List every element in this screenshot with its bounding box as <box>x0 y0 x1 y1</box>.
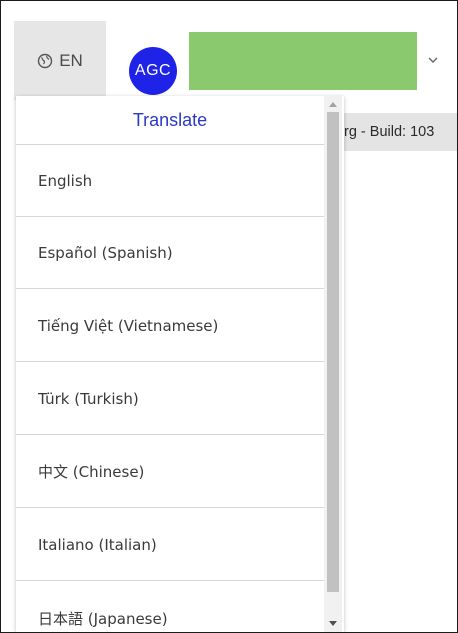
dropdown-scrollbar[interactable] <box>324 96 342 632</box>
top-bar: EN AGC <box>1 1 457 100</box>
language-option-chinese[interactable]: 中文 (Chinese) <box>16 436 324 508</box>
build-info-text: rg - Build: 103 <box>344 124 435 140</box>
app-frame: EN AGC rg - Build: 103 Translate English… <box>0 0 458 633</box>
language-option-japanese[interactable]: 日本語 (Japanese) <box>16 582 324 632</box>
scroll-down-button[interactable] <box>324 616 342 632</box>
build-info-bar: rg - Build: 103 <box>331 113 457 151</box>
chevron-down-icon[interactable] <box>426 53 440 67</box>
language-option-label: 中文 (Chinese) <box>38 463 145 481</box>
dropdown-title: Translate <box>16 96 324 145</box>
language-option-label: Español (Spanish) <box>38 243 173 262</box>
translate-dropdown: Translate English Español (Spanish) Tiến… <box>16 96 344 632</box>
avatar-initials: AGC <box>134 62 172 79</box>
language-button[interactable]: EN <box>14 21 106 100</box>
scrollbar-thumb[interactable] <box>327 112 339 592</box>
arrow-up-icon <box>329 102 337 107</box>
organization-selector[interactable] <box>189 32 417 90</box>
language-option-label: Tiếng Việt (Vietnamese) <box>38 316 219 335</box>
language-option-label: English <box>38 171 93 190</box>
dropdown-title-text: Translate <box>132 109 208 130</box>
language-option-label: 日本語 (Japanese) <box>38 609 168 628</box>
language-option-spanish[interactable]: Español (Spanish) <box>16 217 324 289</box>
avatar[interactable]: AGC <box>129 47 177 95</box>
arrow-down-icon <box>329 621 337 626</box>
globe-icon <box>37 53 53 68</box>
language-option-italian[interactable]: Italiano (Italian) <box>16 509 324 581</box>
language-option-vietnamese[interactable]: Tiếng Việt (Vietnamese) <box>16 290 324 362</box>
language-option-label: Türk (Turkish) <box>38 389 139 408</box>
language-option-turkish[interactable]: Türk (Turkish) <box>16 363 324 435</box>
scroll-up-button[interactable] <box>324 96 342 112</box>
language-option-english[interactable]: English <box>16 145 324 217</box>
language-code: EN <box>59 50 83 70</box>
language-option-label: Italiano (Italian) <box>38 535 157 554</box>
